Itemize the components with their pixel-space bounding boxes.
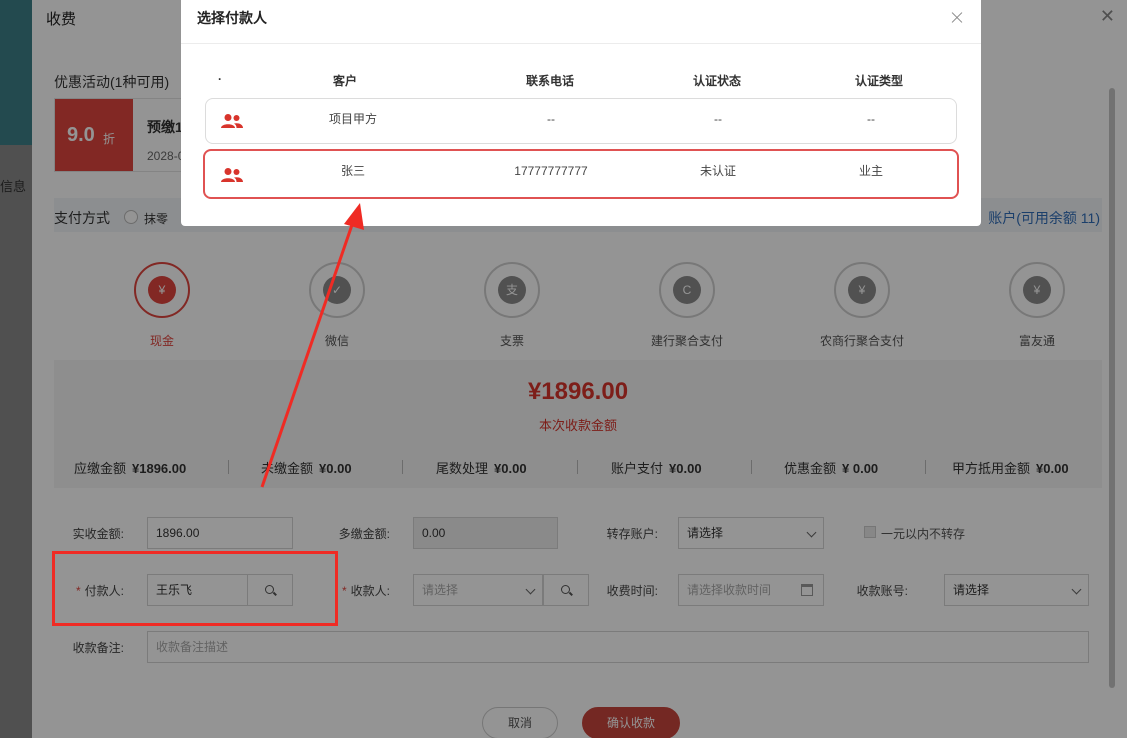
modal-divider	[181, 43, 981, 44]
cell-auth-type: 业主	[858, 164, 883, 178]
table-row[interactable]: 项目甲方 -- -- --	[205, 98, 957, 144]
header-auth-status: 认证状态	[692, 74, 741, 88]
header-auth-type: 认证类型	[854, 74, 903, 88]
cell-auth-type: --	[867, 112, 875, 126]
annotation-box	[52, 551, 338, 626]
close-icon[interactable]	[945, 6, 969, 30]
header-phone: 联系电话	[525, 74, 574, 88]
modal-title: 选择付款人	[197, 10, 267, 26]
users-icon	[221, 114, 243, 128]
table-row-selected[interactable]: 张三 17777777777 未认证 业主	[203, 149, 959, 199]
cell-auth-status: --	[714, 112, 722, 126]
header-dot: ·	[218, 72, 222, 86]
cell-customer: 项目甲方	[328, 112, 377, 126]
select-payer-modal: 选择付款人 · 客户 联系电话 认证状态 认证类型 项目甲方 -- -- -- …	[181, 0, 981, 226]
cell-phone: 17777777777	[514, 164, 588, 178]
users-icon	[221, 168, 243, 182]
cell-auth-status: 未认证	[699, 164, 736, 178]
header-customer: 客户	[332, 74, 357, 88]
cell-phone: --	[547, 112, 555, 126]
cell-customer: 张三	[340, 164, 365, 178]
